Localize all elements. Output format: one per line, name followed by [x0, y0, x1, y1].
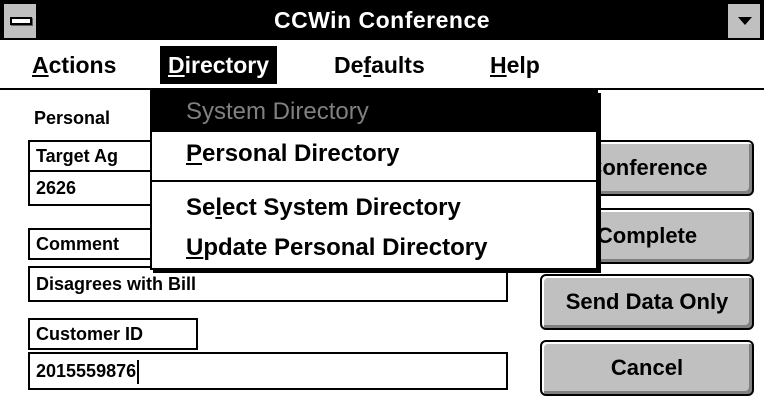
menu-bar: Actions Directory Defaults Help	[0, 40, 764, 90]
menu-item-update-personal-directory[interactable]: Update Personal Directory	[152, 228, 596, 268]
directory-dropdown-menu: System Directory Personal Directory Sele…	[150, 90, 598, 270]
target-agent-field[interactable]: 2626	[28, 172, 154, 206]
cancel-button[interactable]: Cancel	[540, 340, 754, 396]
window-title: CCWin Conference	[273, 7, 491, 33]
comment-label: Comment	[28, 228, 154, 260]
personal-label: Personal	[30, 104, 152, 132]
send-data-only-button[interactable]: Send Data Only	[540, 274, 754, 330]
down-arrow-icon	[738, 17, 752, 25]
title-bar: CCWin Conference	[0, 0, 764, 40]
customer-id-value: 2015559876	[36, 361, 137, 381]
menu-item-select-system-directory[interactable]: Select System Directory	[152, 188, 596, 228]
text-cursor	[137, 360, 140, 385]
system-menu-icon	[10, 17, 32, 25]
minimize-button[interactable]	[726, 4, 760, 38]
menu-item-personal-directory[interactable]: Personal Directory	[152, 134, 596, 174]
menu-directory[interactable]: Directory	[160, 46, 277, 84]
comment-field[interactable]: Disagrees with Bill	[28, 266, 508, 302]
menu-defaults[interactable]: Defaults	[326, 46, 433, 84]
customer-id-label: Customer ID	[28, 318, 198, 350]
menu-item-system-directory[interactable]: System Directory	[152, 92, 596, 132]
system-menu-button[interactable]	[4, 4, 38, 38]
menu-help[interactable]: Help	[482, 46, 548, 84]
menu-separator	[152, 180, 596, 182]
ccwin-conference-window: CCWin Conference Actions Directory Defau…	[0, 0, 764, 410]
menu-actions[interactable]: Actions	[24, 46, 124, 84]
target-agent-label: Target Ag	[28, 140, 154, 172]
customer-id-field[interactable]: 2015559876	[28, 352, 508, 390]
